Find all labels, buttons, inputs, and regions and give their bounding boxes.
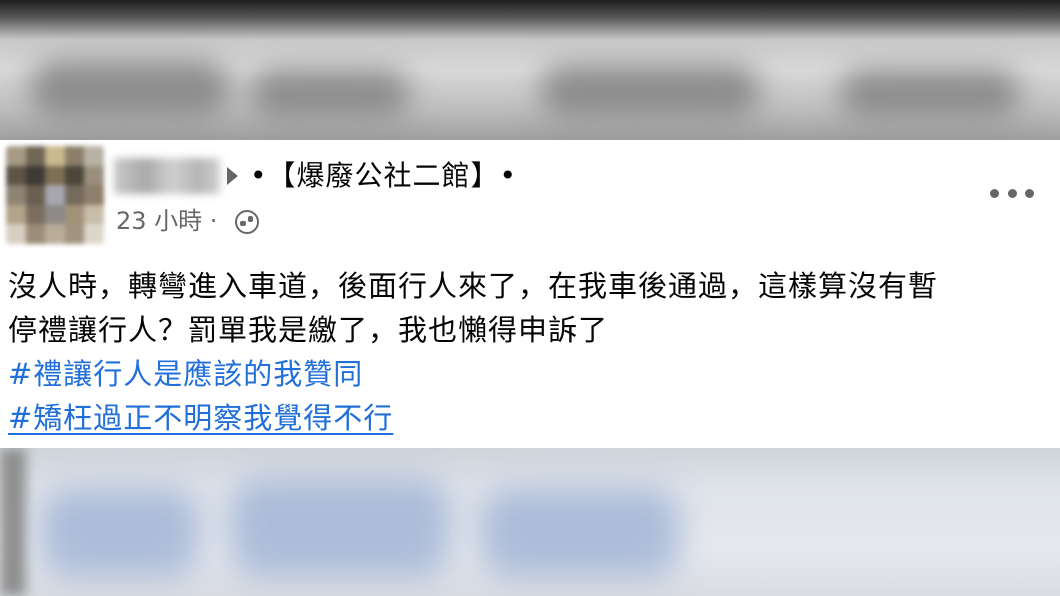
post-body-line: 沒人時，轉彎進入車道，後面行人來了，在我車後通過，這樣算沒有暫	[8, 269, 939, 303]
group-name: 爆廢公社二館	[296, 159, 471, 192]
hashtag-link[interactable]: #禮讓行人是應該的我贊同	[8, 352, 363, 396]
hashtag-link[interactable]: #矯枉過正不明察我覺得不行	[8, 396, 393, 440]
author-name-blurred[interactable]	[114, 158, 220, 194]
dot-icon	[1025, 188, 1034, 198]
facebook-post: •【爆廢公社二館】• 23 小時 · 沒人時，轉彎進入車道，後面行人來了，在我車…	[0, 140, 1060, 448]
post-body-line: 停禮讓行人？罰單我是繳了，我也懶得申訴了	[8, 313, 609, 347]
more-options-button[interactable]	[990, 180, 1034, 206]
group-suffix: 】•	[470, 159, 518, 192]
blurred-next-content	[0, 448, 1060, 596]
avatar[interactable]	[6, 146, 104, 244]
group-prefix: •【	[250, 159, 297, 192]
group-name-link[interactable]: •【爆廢公社二館】•	[250, 156, 517, 196]
blurred-previous-post	[0, 0, 1060, 140]
dot-icon	[1007, 188, 1017, 198]
post-body: 沒人時，轉彎進入車道，後面行人來了，在我車後通過，這樣算沒有暫 停禮讓行人？罰單…	[8, 264, 1060, 352]
caret-right-icon	[227, 167, 238, 185]
dot-icon	[990, 188, 999, 198]
post-timestamp[interactable]: 23 小時 ·	[116, 204, 217, 238]
globe-icon	[235, 210, 259, 234]
